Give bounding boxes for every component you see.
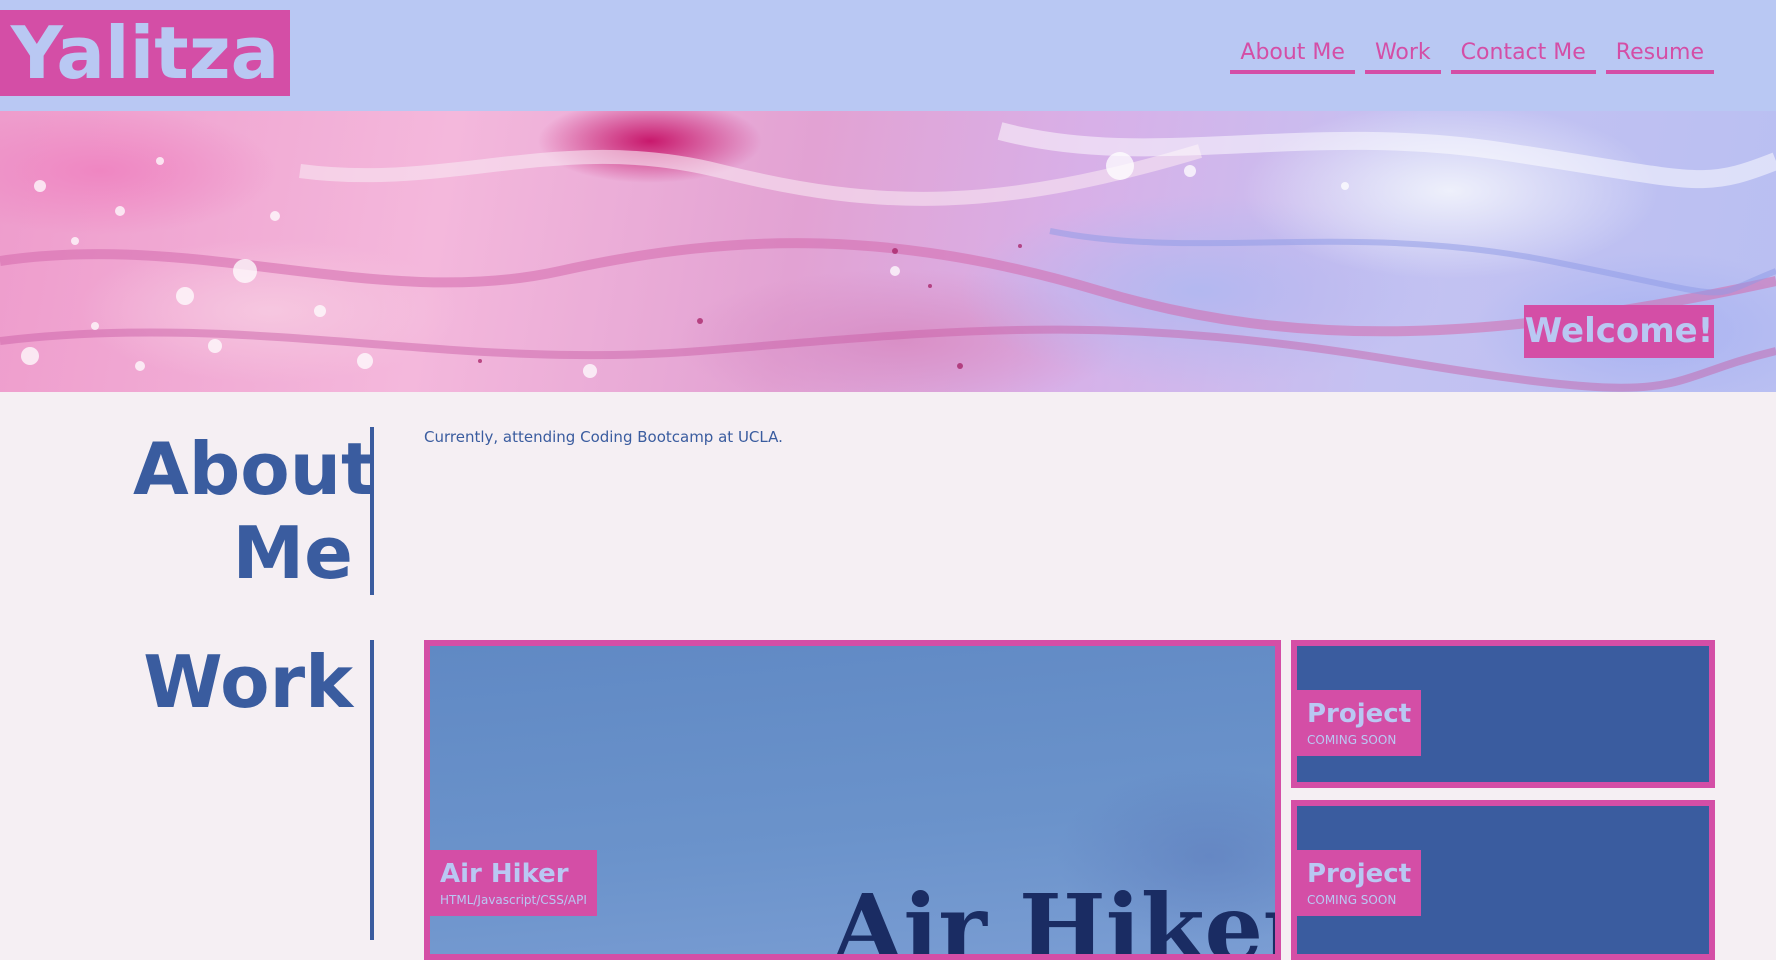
about-heading-line1: About xyxy=(133,427,376,511)
project-name: Project xyxy=(1307,859,1412,889)
main-nav: About Me Work Contact Me Resume xyxy=(1230,36,1714,74)
work-heading: Work xyxy=(143,640,353,724)
project-status: COMING SOON xyxy=(1307,733,1397,747)
project-tech: HTML/Javascript/CSS/API xyxy=(440,893,587,907)
project-screenshot-title: Air Hiker xyxy=(832,874,1281,960)
nav-link-resume[interactable]: Resume xyxy=(1605,36,1714,74)
marble-texture xyxy=(0,122,1776,392)
project-card-coming-soon-1[interactable]: Project COMING SOON xyxy=(1291,640,1715,788)
welcome-badge: Welcome! xyxy=(1524,305,1714,358)
project-name: Project xyxy=(1307,699,1412,729)
project-label: Project COMING SOON xyxy=(1297,850,1422,916)
about-me-text: Currently, attending Coding Bootcamp at … xyxy=(424,428,783,446)
project-card-air-hiker[interactable]: Air Hiker Air Hiker HTML/Javascript/CSS/… xyxy=(424,640,1281,960)
work-divider xyxy=(370,640,374,940)
hero-banner-image xyxy=(0,111,1776,392)
site-logo[interactable]: Yalitza xyxy=(0,10,290,96)
nav-link-contact-me[interactable]: Contact Me xyxy=(1450,36,1596,74)
about-me-heading: About Me xyxy=(133,427,376,595)
project-card-coming-soon-2[interactable]: Project COMING SOON xyxy=(1291,800,1715,960)
nav-link-about-me[interactable]: About Me xyxy=(1230,36,1355,74)
about-heading-line2: Me xyxy=(232,511,353,595)
nav-link-work[interactable]: Work xyxy=(1364,36,1441,74)
site-header: Yalitza About Me Work Contact Me Resume xyxy=(0,0,1776,111)
project-name: Air Hiker xyxy=(440,859,569,889)
project-status: COMING SOON xyxy=(1307,893,1397,907)
about-divider xyxy=(370,427,374,595)
project-label: Project COMING SOON xyxy=(1297,690,1422,756)
project-label: Air Hiker HTML/Javascript/CSS/API xyxy=(430,850,597,916)
